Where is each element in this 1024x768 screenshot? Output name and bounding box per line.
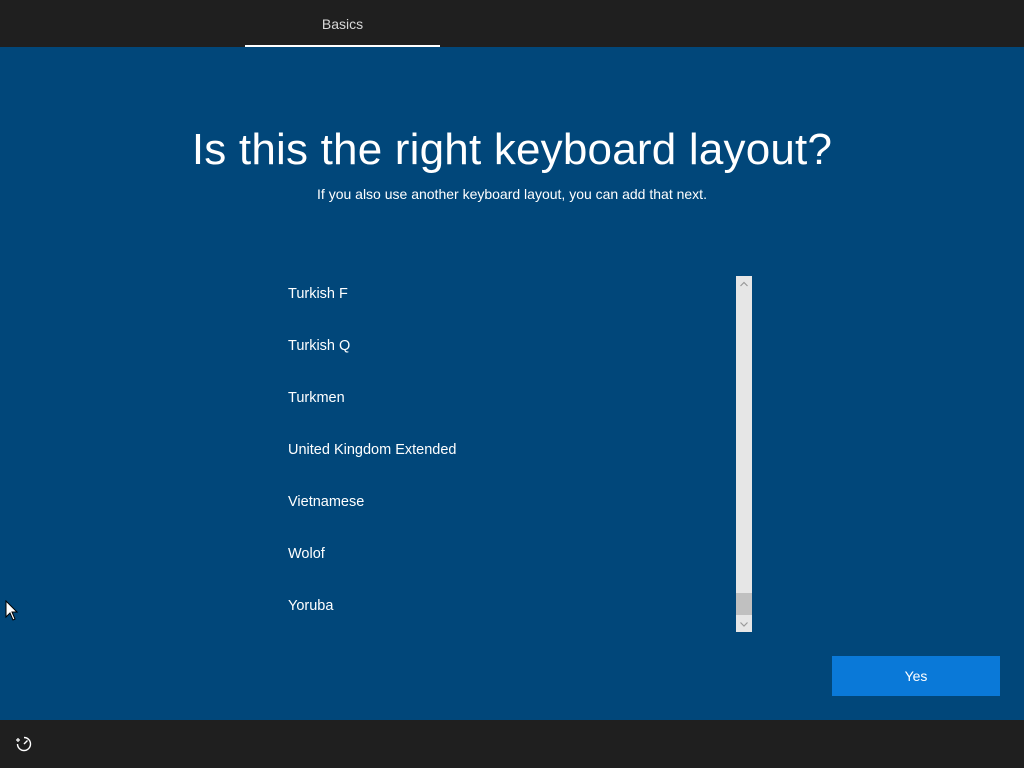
- main-panel: Is this the right keyboard layout? If yo…: [0, 47, 1024, 720]
- list-item-united-kingdom-extended[interactable]: United Kingdom Extended: [288, 438, 456, 462]
- page-subtitle: If you also use another keyboard layout,…: [317, 186, 707, 202]
- scroll-up-icon[interactable]: [736, 276, 752, 292]
- scroll-thumb[interactable]: [736, 593, 752, 615]
- yes-button[interactable]: Yes: [832, 656, 1000, 696]
- keyboard-layout-list[interactable]: Turkish F Turkish Q Turkmen United Kingd…: [272, 276, 734, 632]
- top-bar: Basics: [0, 0, 1024, 47]
- ease-of-access-icon[interactable]: [14, 734, 34, 754]
- list-item-wolof[interactable]: Wolof: [288, 542, 325, 566]
- mouse-pointer-icon: [5, 599, 19, 622]
- tab-basics[interactable]: Basics: [245, 0, 440, 46]
- bottom-bar: [0, 720, 1024, 768]
- list-item-turkish-q[interactable]: Turkish Q: [288, 334, 350, 358]
- list-item-turkmen[interactable]: Turkmen: [288, 386, 345, 410]
- list-item-turkish-f[interactable]: Turkish F: [288, 282, 348, 306]
- list-scrollbar[interactable]: [736, 276, 752, 632]
- list-item-vietnamese[interactable]: Vietnamese: [288, 490, 364, 514]
- scroll-down-icon[interactable]: [736, 616, 752, 632]
- page-title: Is this the right keyboard layout?: [191, 125, 833, 174]
- list-item-yoruba[interactable]: Yoruba: [288, 594, 333, 618]
